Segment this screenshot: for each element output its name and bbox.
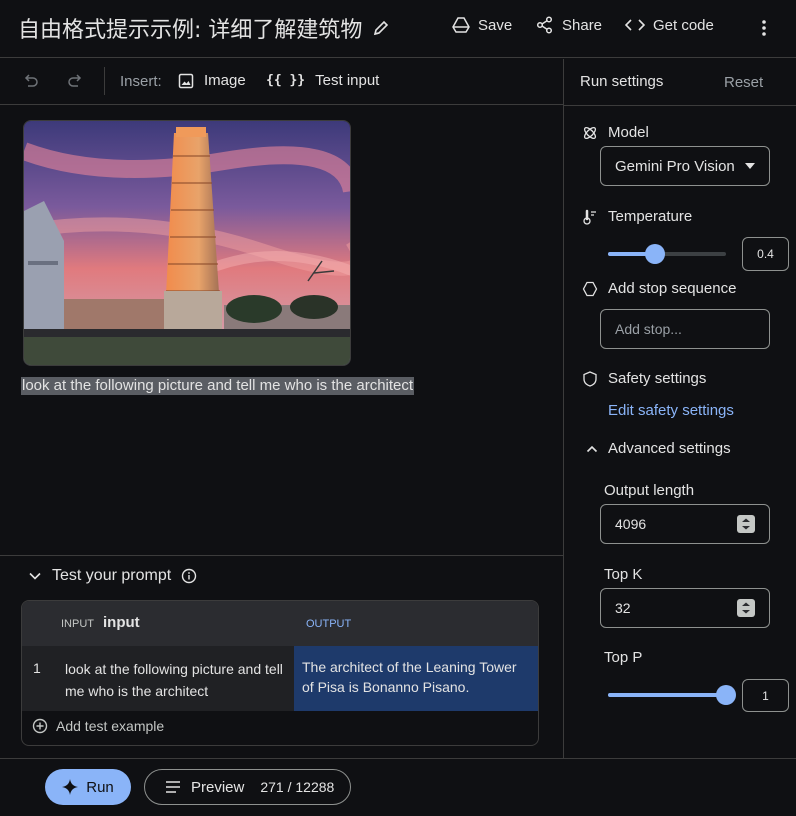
run-label: Run [86, 778, 114, 796]
top-k-value: 32 [615, 600, 631, 616]
column-header-input[interactable]: input [103, 614, 140, 631]
code-label: Get code [653, 16, 714, 34]
insert-image-button[interactable]: Image [178, 72, 246, 89]
top-p-value-input[interactable]: 1 [742, 679, 789, 712]
image-label: Image [204, 72, 246, 89]
run-button[interactable]: Run [45, 769, 131, 805]
spinner-icon[interactable] [737, 599, 755, 617]
temperature-value-input[interactable]: 0.4 [742, 237, 789, 271]
chevron-down-icon [28, 569, 42, 583]
test-input-label: Test input [315, 72, 380, 89]
test-section-divider [0, 555, 563, 556]
share-icon [536, 16, 554, 34]
spinner-icon[interactable] [737, 515, 755, 533]
top-p-slider-fill [608, 693, 726, 697]
dropdown-arrow-icon [745, 163, 755, 169]
stop-sequence-label: Add stop sequence [582, 280, 736, 297]
advanced-settings-toggle[interactable]: Advanced settings [586, 440, 731, 457]
table-header-row: INPUT input OUTPUT [22, 601, 538, 646]
toolbar-divider [104, 67, 105, 95]
top-k-input[interactable]: 32 [600, 588, 770, 628]
output-length-label: Output length [604, 482, 695, 499]
panel-divider [563, 59, 564, 758]
drive-icon [452, 16, 470, 34]
save-button[interactable]: Save [452, 16, 512, 34]
image-icon [178, 73, 194, 89]
stop-sequence-label-text: Add stop sequence [608, 280, 737, 297]
run-settings-divider [564, 105, 796, 106]
reset-button[interactable]: Reset [724, 74, 763, 91]
add-test-example-button[interactable]: Add test example [32, 718, 164, 734]
advanced-settings-label: Advanced settings [608, 440, 731, 457]
safety-settings-label: Safety settings [582, 370, 706, 387]
chevron-up-icon [586, 443, 598, 455]
prompt-image[interactable] [23, 120, 351, 366]
top-p-slider-thumb[interactable] [716, 685, 736, 705]
leaning-tower-of-pisa-photo [24, 121, 350, 365]
test-table: INPUT input OUTPUT 1 look at the followi… [21, 600, 539, 746]
safety-settings-label-text: Safety settings [608, 370, 707, 387]
output-length-input[interactable]: 4096 [600, 504, 770, 544]
model-label: Model [582, 124, 649, 141]
prompt-text[interactable]: look at the following picture and tell m… [21, 377, 415, 395]
insert-label: Insert: [120, 73, 162, 90]
preview-button[interactable]: Preview 271 / 12288 [144, 769, 351, 805]
test-section-header[interactable]: Test your prompt [28, 567, 197, 585]
preview-label: Preview [191, 778, 245, 796]
row-output-cell[interactable]: The architect of the Leaning Tower of Pi… [294, 646, 538, 711]
model-icon [582, 125, 598, 141]
edit-title-icon[interactable] [371, 18, 391, 38]
insert-test-input-button[interactable]: {{ }} Test input [266, 72, 379, 89]
thermometer-icon [582, 209, 598, 225]
stop-sequence-input[interactable]: Add stop... [600, 309, 770, 349]
get-code-button[interactable]: Get code [625, 16, 714, 34]
sparkle-icon [62, 779, 79, 795]
run-settings-title: Run settings [580, 73, 664, 90]
redo-icon[interactable] [66, 72, 84, 90]
edit-safety-settings-link[interactable]: Edit safety settings [608, 402, 734, 419]
share-label: Share [562, 16, 603, 34]
top-k-label: Top K [604, 566, 643, 583]
page-title: 自由格式提示示例: 详细了解建筑物 [18, 18, 363, 43]
add-circle-icon [32, 718, 48, 734]
temperature-label-text: Temperature [608, 208, 693, 225]
info-icon[interactable] [181, 568, 197, 584]
menu-lines-icon [165, 780, 181, 794]
test-section-title: Test your prompt [52, 567, 172, 584]
token-count: 271 / 12288 [260, 779, 335, 795]
row-number: 1 [33, 660, 41, 676]
code-icon [625, 16, 645, 34]
top-p-label: Top P [604, 649, 643, 666]
more-options-icon[interactable] [754, 16, 774, 40]
model-select[interactable]: Gemini Pro Vision [600, 146, 770, 186]
add-test-label: Add test example [56, 718, 165, 734]
temperature-label: Temperature [582, 208, 692, 225]
undo-icon[interactable] [22, 72, 40, 90]
column-header-input-tag: INPUT [61, 618, 94, 630]
save-label: Save [478, 16, 513, 34]
model-label-text: Model [608, 124, 649, 141]
share-button[interactable]: Share [536, 16, 602, 34]
temperature-slider-thumb[interactable] [645, 244, 666, 264]
column-header-output: OUTPUT [306, 618, 352, 630]
braces-icon: {{ }} [266, 73, 306, 88]
row-input-cell[interactable]: look at the following picture and tell m… [65, 658, 285, 702]
hexagon-icon [582, 281, 598, 297]
shield-icon [582, 370, 598, 387]
output-length-value: 4096 [615, 516, 647, 532]
table-row[interactable]: 1 look at the following picture and tell… [22, 646, 538, 711]
model-value: Gemini Pro Vision [615, 157, 735, 175]
